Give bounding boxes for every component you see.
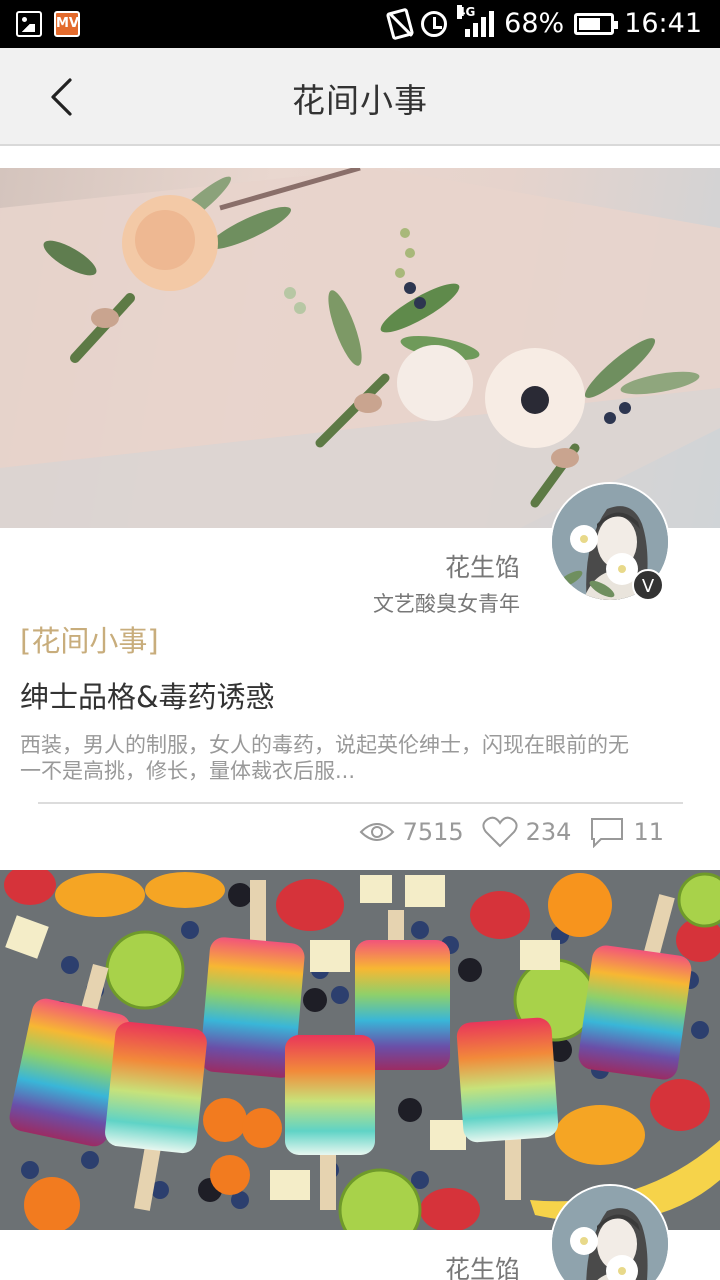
network-type: 4G	[457, 4, 476, 19]
divider	[38, 802, 683, 804]
views-stat: 7515	[359, 818, 464, 846]
author-bio: 文艺酸臭女青年	[373, 592, 520, 616]
views-count: 7515	[402, 818, 464, 846]
author-name[interactable]: 花生馅	[445, 548, 520, 584]
eye-icon	[359, 823, 394, 841]
article-summary: 西装，男人的制服，女人的毒药，说起英伦绅士，闪现在眼前的无一不是高挑，修长，量体…	[20, 733, 629, 783]
article-cover-image[interactable]	[0, 168, 720, 528]
article-title[interactable]: 绅士品格&毒药诱惑	[20, 674, 275, 716]
battery-icon	[574, 12, 619, 35]
article-stats: 7515 234 11	[359, 816, 664, 848]
comment-button[interactable]: 11	[589, 816, 664, 848]
battery-level-fill	[579, 17, 600, 30]
top-app-bar: 花间小事	[0, 48, 720, 146]
comment-icon	[591, 818, 624, 848]
author-name[interactable]: 花生馅	[445, 1250, 520, 1280]
article-category[interactable]: [花间小事]	[20, 618, 159, 660]
status-bar-system: 4G 68% 16:41	[385, 4, 702, 40]
verified-badge: V	[632, 569, 664, 601]
article-card[interactable]: 花生馅	[0, 870, 720, 1280]
status-bar: MV 4G 68% 16:41	[0, 0, 720, 48]
likes-count: 234	[525, 818, 572, 846]
no-sim-icon	[385, 7, 415, 40]
like-button[interactable]: 234	[482, 816, 572, 848]
status-bar-notifications: MV	[16, 11, 80, 37]
article-cover-image[interactable]	[0, 870, 720, 1230]
signal-icon: 4G	[457, 4, 495, 37]
clock: 16:41	[624, 8, 702, 39]
page-title: 花间小事	[292, 81, 428, 120]
boutonniere-flowers-image	[0, 168, 720, 528]
article-card[interactable]: 花生馅 文艺酸臭女青年 V [花间小事] 绅士品格&毒药诱惑 西装，男人的制服，…	[0, 168, 720, 868]
alarm-icon	[421, 10, 448, 37]
mv-app-icon: MV	[54, 11, 80, 37]
gallery-icon	[16, 11, 42, 37]
comments-count: 11	[633, 818, 664, 846]
popsicles-fruit-image	[0, 870, 720, 1230]
battery-percent: 68%	[504, 8, 565, 39]
heart-icon	[482, 816, 518, 848]
